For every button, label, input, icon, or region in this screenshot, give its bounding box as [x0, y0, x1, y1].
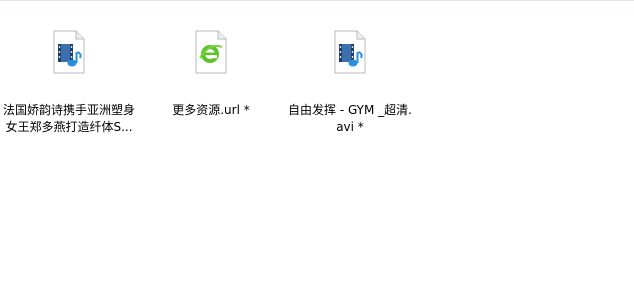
file-name-label: 自由发挥 - GYM _超清. avi * — [288, 103, 412, 134]
file-name-label: 法国娇韵诗携手亚洲塑身 女王郑多燕打造纤体S... — [2, 103, 135, 134]
video-file-icon — [334, 30, 366, 74]
ie-url-file-icon — [195, 30, 227, 74]
file-name-label: 更多资源.url * — [172, 103, 250, 117]
video-file-icon — [53, 30, 85, 74]
top-border — [0, 0, 634, 1]
